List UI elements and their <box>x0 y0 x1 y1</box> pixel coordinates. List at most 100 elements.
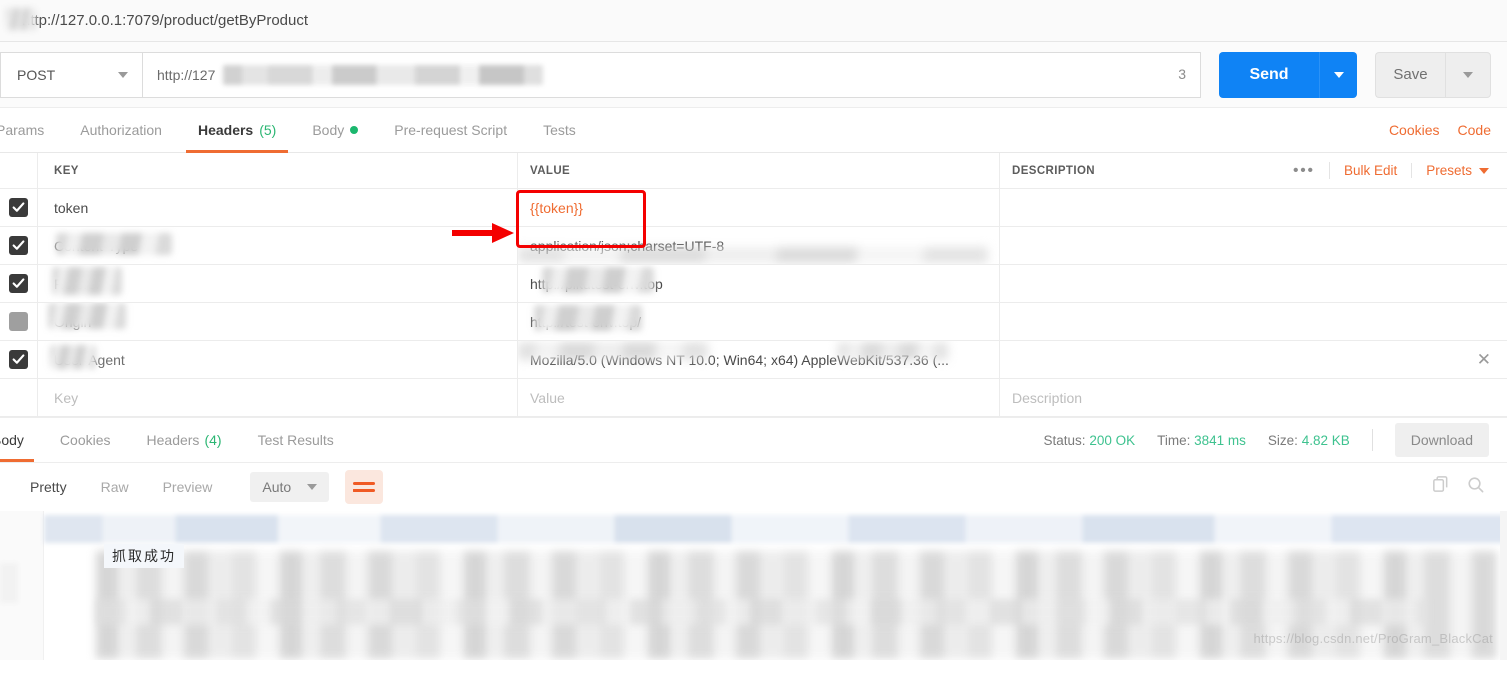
row-description-cell[interactable] <box>1000 265 1507 302</box>
tab-headers[interactable]: Headers (5) <box>180 108 294 153</box>
body-present-dot-icon <box>350 126 359 134</box>
table-row[interactable]: Content-Type application/json;charset=UT… <box>0 227 1507 265</box>
delete-row-icon[interactable]: ✕ <box>1477 350 1507 370</box>
time-value: 3841 ms <box>1194 432 1246 448</box>
status-metric: Status: 200 OK <box>1044 433 1136 448</box>
checkbox-checked-icon[interactable] <box>9 198 28 217</box>
row-checkbox-cell[interactable] <box>0 8 38 340</box>
row-value-cell[interactable]: Mozilla/5.0 (Windows NT 10.0; Win64; x64… <box>518 341 1000 378</box>
row-checkbox-cell[interactable] <box>0 189 38 226</box>
row-key-cell[interactable]: Origin <box>38 303 518 340</box>
headers-table: KEY VALUE DESCRIPTION ••• Bulk Edit Pres… <box>0 8 1507 417</box>
response-body-content[interactable]: https://blog.csdn.net/ProGram_BlackCat <box>0 511 1507 660</box>
row-value-cell[interactable]: http://test-env.top/ <box>518 303 1000 340</box>
size-metric: Size: 4.82 KB <box>1268 433 1350 448</box>
request-url-value: http://127 <box>157 66 216 83</box>
tab-label: Headers <box>197 122 254 138</box>
wrap-line-2-icon <box>353 489 376 492</box>
response-tab-headers[interactable]: Headers (4) <box>129 418 240 462</box>
chevron-down-icon <box>118 71 128 78</box>
bulk-edit-button[interactable]: Bulk Edit <box>1330 163 1413 178</box>
request-url-tail: 3 <box>1178 65 1186 82</box>
search-icon[interactable] <box>1466 475 1485 499</box>
send-options-button[interactable] <box>1319 51 1357 98</box>
tab-count-badge: (5) <box>259 122 277 138</box>
status-value: 200 OK <box>1089 432 1136 448</box>
page-title: http://127.0.0.1:7079/product/getByProdu… <box>22 12 309 29</box>
row-checkbox-cell[interactable] <box>0 227 38 264</box>
new-description-placeholder: Description <box>1012 389 1083 406</box>
view-preview-button[interactable]: Preview <box>147 479 229 495</box>
more-options-icon[interactable]: ••• <box>1279 162 1330 179</box>
checkbox-unchecked-icon[interactable] <box>9 312 28 331</box>
wrap-line-1-icon <box>353 482 376 485</box>
row-description-cell[interactable] <box>1000 303 1507 340</box>
tab-label: Params <box>0 122 45 138</box>
tab-label: Pre-request Script <box>394 122 508 138</box>
column-header-value: VALUE <box>518 153 1000 188</box>
row-key-cell[interactable]: Referer <box>38 265 518 302</box>
checkbox-checked-icon[interactable] <box>9 274 28 293</box>
request-tabs-right-links: Cookies Code <box>1389 108 1507 152</box>
row-key-value: Origin <box>54 313 92 330</box>
time-metric: Time: 3841 ms <box>1157 433 1246 448</box>
table-row[interactable]: Referer http://pikutest-env.top <box>0 265 1507 303</box>
request-url-input[interactable]: http://127 3 <box>142 51 1201 98</box>
table-row[interactable]: token {{token}} <box>0 189 1507 227</box>
new-description-input[interactable]: Description <box>1000 379 1507 416</box>
send-button[interactable]: Send <box>1219 51 1319 98</box>
row-description-cell[interactable] <box>1000 189 1507 226</box>
presets-button[interactable]: Presets <box>1412 163 1507 178</box>
wrap-lines-button[interactable] <box>345 470 384 504</box>
new-value-input[interactable]: Value <box>518 379 1000 416</box>
new-key-input[interactable]: Key <box>38 379 518 416</box>
vertical-scrollbar[interactable] <box>1500 511 1507 660</box>
row-key-cell[interactable]: token <box>38 189 518 226</box>
highlighted-line <box>44 515 1507 543</box>
tab-authorization[interactable]: Authorization <box>62 108 180 152</box>
size-value: 4.82 KB <box>1301 432 1350 448</box>
table-row-new[interactable]: Key Value Description <box>0 379 1507 417</box>
row-value-text: Mozilla/5.0 (Windows NT 10.0; Win64; x64… <box>530 351 949 368</box>
tab-tests[interactable]: Tests <box>525 108 594 152</box>
save-options-button[interactable] <box>1445 51 1491 98</box>
tab-count-badge: (4) <box>204 432 222 448</box>
row-key-cell[interactable]: Content-Type <box>38 227 518 264</box>
response-body-toolbar: Pretty Raw Preview Auto <box>0 463 1507 511</box>
response-tabs: Body Cookies Headers (4) Test Results St… <box>0 417 1507 463</box>
row-checkbox-cell[interactable] <box>0 265 38 302</box>
response-tab-body[interactable]: Body <box>0 418 42 462</box>
view-raw-button[interactable]: Raw <box>85 479 145 495</box>
row-checkbox-cell[interactable] <box>0 341 38 378</box>
tab-params[interactable]: Params <box>0 108 62 152</box>
table-row[interactable]: Origin http://test-env.top/ <box>0 8 1507 341</box>
download-button[interactable]: Download <box>1394 423 1489 457</box>
cookies-link[interactable]: Cookies <box>1389 122 1440 138</box>
http-method-select[interactable]: POST <box>0 51 142 98</box>
tab-pre-request-script[interactable]: Pre-request Script <box>376 108 525 152</box>
view-pretty-button[interactable]: Pretty <box>14 479 83 495</box>
table-row[interactable]: User-Agent Mozilla/5.0 (Windows NT 10.0;… <box>0 341 1507 379</box>
row-checkbox-cell[interactable] <box>0 379 38 416</box>
column-header-description: DESCRIPTION ••• Bulk Edit Presets <box>1000 153 1507 188</box>
save-button[interactable]: Save <box>1375 51 1445 98</box>
checkbox-checked-icon[interactable] <box>9 236 28 255</box>
row-value-cell[interactable]: http://pikutest-env.top <box>518 265 1000 302</box>
tab-label: Body <box>0 432 24 448</box>
row-value-text: {{token}} <box>530 199 583 216</box>
code-link[interactable]: Code <box>1458 122 1491 138</box>
redacted-json-body-secondary <box>96 599 1426 625</box>
row-description-cell[interactable] <box>1000 227 1507 264</box>
tab-label: Test Results <box>257 432 334 448</box>
response-tab-test-results[interactable]: Test Results <box>240 418 352 462</box>
row-value-cell[interactable]: application/json;charset=UTF-8 <box>518 227 1000 264</box>
tab-body[interactable]: Body <box>294 108 376 152</box>
row-key-cell[interactable]: User-Agent <box>38 341 518 378</box>
copy-icon[interactable] <box>1431 475 1450 499</box>
response-tab-cookies[interactable]: Cookies <box>42 418 129 462</box>
row-value-cell[interactable]: {{token}} <box>518 189 1000 226</box>
checkbox-checked-icon[interactable] <box>9 350 28 369</box>
row-description-cell[interactable]: ✕ <box>1000 341 1507 378</box>
format-select[interactable]: Auto <box>250 472 330 502</box>
toast-message: 抓取成功 <box>104 544 184 568</box>
